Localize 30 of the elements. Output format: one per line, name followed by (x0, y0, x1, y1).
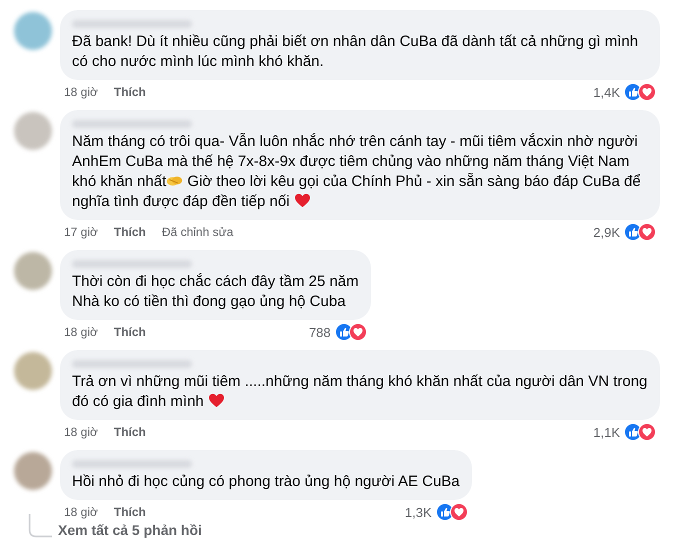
like-link[interactable]: Thích (114, 425, 146, 439)
comment-text: Thời còn đi học chắc cách đây tầm 25 năm Nhà ko có tiền thì đong gạo ủng hộ Cuba (72, 272, 359, 312)
avatar[interactable] (14, 112, 52, 150)
comment-text: Trả ơn vì những mũi tiêm .....những năm tháng khó khăn nhất của người dân VN trong đó có gia đình mình (72, 372, 648, 412)
comment-time[interactable]: 18 giờ (64, 325, 98, 339)
reaction-count[interactable]: 788 (308, 324, 331, 340)
comment-text: Đã bank! Dù ít nhiều cũng phải biết ơn nhân dân CuBa đã dành tất cả những gì mình có cho nước mình lúc mình khó khăn. (72, 32, 640, 72)
comment-time[interactable]: 18 giờ (64, 505, 98, 519)
comment-time[interactable]: 18 giờ (64, 425, 98, 439)
like-link[interactable]: Thích (114, 505, 146, 519)
avatar[interactable] (14, 452, 52, 490)
comment-text: Hồi nhỏ đi học củng có phong trào ủng hộ người AE CuBa (72, 472, 460, 492)
avatar[interactable] (14, 352, 52, 390)
heart-icon (294, 193, 311, 208)
comment-text: Năm tháng có trôi qua- Vẫn luôn nhắc nhớ trên cánh tay - mũi tiêm vắcxin nhờ người AnhEm CuBa mà thế hệ 7x-8x-9x được tiêm chủng vào những năm tháng Việt Nam khó khăn nhất Giờ theo lời kêu gọi của Chính Phủ - xin sẵn sàng báo đáp CuBa để nghĩa tình được đáp đền tiếp nối (72, 132, 642, 212)
view-replies-link[interactable]: Xem tất cả 5 phản hồi (58, 522, 202, 538)
reaction-count[interactable]: 1,1K (593, 424, 620, 440)
thread-line (28, 514, 52, 538)
like-link[interactable]: Thích (114, 325, 146, 339)
edited-label[interactable]: Đã chỉnh sửa (162, 225, 234, 239)
heart-icon (208, 393, 225, 408)
avatar[interactable] (14, 12, 52, 50)
comment-time[interactable]: 17 giờ (64, 225, 98, 239)
like-link[interactable]: Thích (114, 225, 146, 239)
reaction-count[interactable]: 1,3K (404, 504, 432, 520)
comment-time[interactable]: 18 giờ (64, 85, 98, 99)
reaction-count[interactable]: 2,9K (593, 224, 620, 240)
avatar[interactable] (14, 252, 52, 290)
reaction-count[interactable]: 1,4K (593, 84, 620, 100)
like-link[interactable]: Thích (114, 85, 146, 99)
